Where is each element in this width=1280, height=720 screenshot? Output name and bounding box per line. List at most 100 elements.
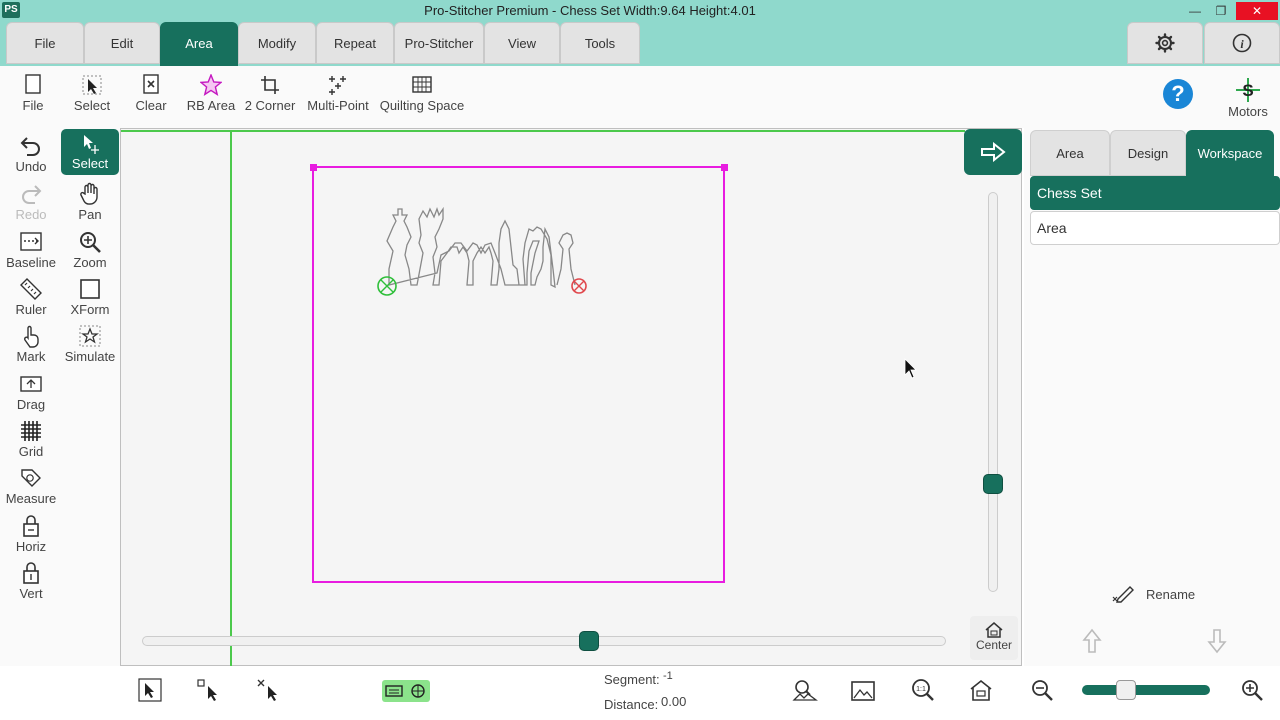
- image-zoom-button[interactable]: [792, 678, 818, 707]
- zoom-slider-thumb[interactable]: [1116, 680, 1136, 700]
- minimize-button[interactable]: —: [1182, 2, 1208, 20]
- background-image-button[interactable]: [850, 678, 876, 707]
- grid-tool[interactable]: Grid: [2, 419, 60, 463]
- rename-label: Rename: [1146, 586, 1196, 602]
- select-pointer-button[interactable]: [138, 678, 162, 707]
- sync-icon: [411, 684, 425, 698]
- simulate-tool[interactable]: Simulate: [61, 324, 119, 368]
- menu-tab-view[interactable]: View: [484, 22, 560, 64]
- help-button[interactable]: ?: [1160, 78, 1196, 112]
- quilting-space-tool[interactable]: Quilting Space: [378, 74, 466, 113]
- zoom-icon: [80, 232, 101, 253]
- ruler-icon: [20, 278, 42, 300]
- workspace-item-chess-set[interactable]: Chess Set: [1030, 176, 1280, 210]
- simulate-label: Simulate: [64, 349, 116, 364]
- tab-design[interactable]: Design: [1110, 130, 1186, 176]
- move-up-button[interactable]: [1082, 628, 1102, 659]
- zoom-out-button[interactable]: [1030, 678, 1054, 707]
- home-view-button[interactable]: [968, 678, 994, 707]
- two-corner-tool-label: 2 Corner: [244, 98, 296, 113]
- actual-size-button[interactable]: 1:1: [910, 678, 936, 707]
- horizontal-scroll-slider[interactable]: [142, 636, 946, 646]
- end-point-marker: [571, 278, 587, 294]
- clear-tool[interactable]: Clear: [132, 74, 170, 113]
- rb-area-tool[interactable]: RB Area: [184, 74, 238, 113]
- svg-text:?: ?: [1171, 81, 1184, 106]
- tape-measure-icon: [21, 469, 41, 487]
- ruler-tool[interactable]: Ruler: [2, 277, 60, 321]
- menu-tab-tools[interactable]: Tools: [560, 22, 640, 64]
- vert-lock-tool[interactable]: Vert: [2, 561, 60, 605]
- mark-hand-icon: [24, 325, 39, 348]
- zoom-slider-track[interactable]: [1082, 685, 1210, 695]
- vert-label: Vert: [19, 586, 43, 601]
- clear-tool-label: Clear: [135, 98, 167, 113]
- home-icon: [970, 679, 992, 701]
- horiz-lock-tool[interactable]: Horiz: [2, 514, 60, 558]
- select-area-tool-label: Select: [73, 98, 111, 113]
- menu-tab-repeat[interactable]: Repeat: [316, 22, 394, 64]
- menu-tab-edit[interactable]: Edit: [84, 22, 160, 64]
- segment-label: Segment:: [604, 672, 660, 687]
- select-segment-button[interactable]: [196, 678, 222, 707]
- baseline-tool[interactable]: Baseline: [2, 230, 60, 274]
- menu-tab-pro-stitcher[interactable]: Pro-Stitcher: [394, 22, 484, 64]
- title-bar: PS Pro-Stitcher Premium - Chess Set Widt…: [0, 0, 1280, 22]
- area-corner-handle: [721, 164, 728, 171]
- motors-button[interactable]: S Motors: [1222, 78, 1274, 119]
- select-tool[interactable]: Select: [61, 129, 119, 175]
- menu-tab-area[interactable]: Area: [160, 22, 238, 66]
- undo-label: Undo: [15, 159, 47, 174]
- file-tool[interactable]: File: [14, 74, 52, 113]
- home-icon: [985, 622, 1003, 638]
- undo-button[interactable]: Undo: [2, 134, 60, 178]
- measure-tool[interactable]: Measure: [2, 466, 60, 510]
- zoom-tool[interactable]: Zoom: [61, 230, 119, 274]
- arrow-down-icon: [1207, 629, 1227, 654]
- info-icon: i: [1232, 33, 1252, 53]
- image-icon: [851, 681, 875, 701]
- redo-button[interactable]: Redo: [2, 182, 60, 226]
- pan-tool[interactable]: Pan: [61, 182, 119, 226]
- drag-tool[interactable]: Drag: [2, 372, 60, 416]
- mark-label: Mark: [16, 349, 46, 364]
- horizontal-slider-thumb[interactable]: [579, 631, 599, 651]
- pointer-cross-icon: [257, 679, 277, 701]
- sparkle-icon: [329, 76, 346, 95]
- zoom-out-icon: [1032, 680, 1053, 701]
- center-button[interactable]: Center: [970, 616, 1018, 660]
- redo-label: Redo: [15, 207, 47, 222]
- mark-tool[interactable]: Mark: [2, 324, 60, 368]
- vertical-slider-thumb[interactable]: [983, 474, 1003, 494]
- select-move-icon: [84, 135, 99, 154]
- xform-tool[interactable]: XForm: [61, 277, 119, 321]
- arrow-right-icon: [981, 142, 1006, 162]
- zoom-in-icon: [1242, 680, 1263, 701]
- select-node-button[interactable]: [256, 678, 282, 707]
- select-area-tool[interactable]: Select: [70, 74, 114, 113]
- lock-icon: [23, 562, 39, 584]
- collapse-panel-button[interactable]: [964, 129, 1022, 175]
- grid-frame-icon: [412, 76, 432, 93]
- tab-area[interactable]: Area: [1030, 130, 1110, 176]
- zoom-in-button[interactable]: [1240, 678, 1264, 707]
- baseline-icon: [20, 232, 42, 251]
- multi-point-tool[interactable]: Multi-Point: [304, 74, 372, 113]
- close-button[interactable]: ✕: [1236, 2, 1278, 20]
- file-tool-label: File: [22, 98, 44, 113]
- stitch-mode-toggle[interactable]: [382, 680, 430, 702]
- xform-label: XForm: [70, 302, 110, 317]
- move-down-button[interactable]: [1207, 628, 1227, 659]
- design-canvas[interactable]: [120, 128, 1022, 667]
- tab-workspace[interactable]: Workspace: [1186, 130, 1274, 176]
- maximize-button[interactable]: ❐: [1208, 2, 1234, 20]
- menu-tab-modify[interactable]: Modify: [238, 22, 316, 64]
- rename-button[interactable]: Rename: [1112, 585, 1195, 603]
- vertical-scroll-slider[interactable]: [988, 192, 998, 592]
- workspace-item-area[interactable]: Area: [1030, 211, 1280, 245]
- image-search-icon: [792, 680, 818, 701]
- two-corner-tool[interactable]: 2 Corner: [242, 74, 298, 113]
- info-button[interactable]: i: [1204, 22, 1280, 64]
- settings-button[interactable]: [1127, 22, 1203, 64]
- menu-tab-file[interactable]: File: [6, 22, 84, 64]
